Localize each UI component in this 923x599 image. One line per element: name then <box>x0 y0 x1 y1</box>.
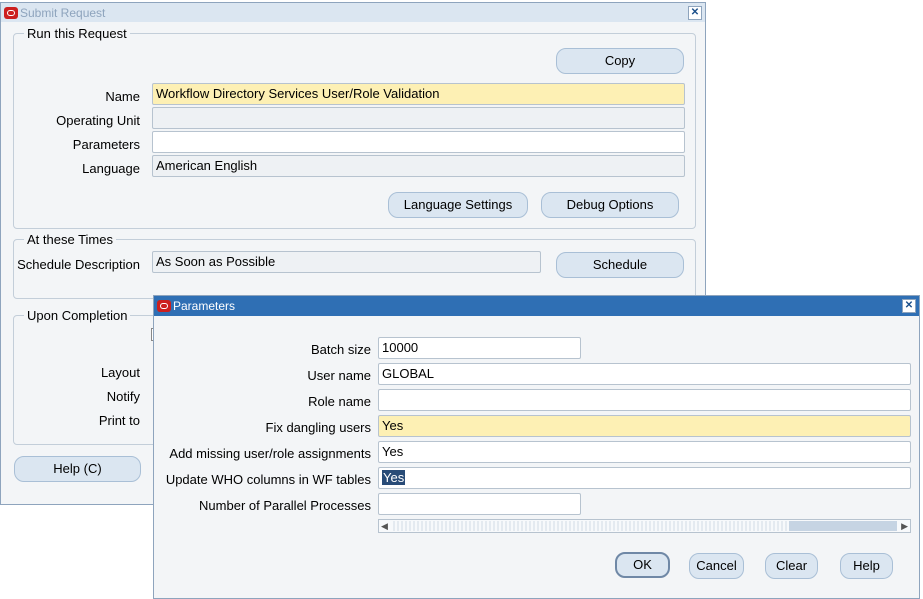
role-name-field[interactable] <box>378 389 911 411</box>
language-label: Language <box>82 161 140 176</box>
schedule-button[interactable]: Schedule <box>556 252 684 278</box>
selected-text: Yes <box>382 470 406 485</box>
operating-unit-label: Operating Unit <box>56 113 140 128</box>
group-title: At these Times <box>24 232 116 247</box>
fix-dangling-users-field[interactable]: Yes <box>378 415 911 437</box>
name-field[interactable]: Workflow Directory Services User/Role Va… <box>152 83 685 105</box>
scroll-left-icon[interactable]: ◀ <box>381 520 388 532</box>
parameters-label: Parameters <box>72 137 140 152</box>
cancel-button[interactable]: Cancel <box>689 553 744 579</box>
window-title: Submit Request <box>20 5 106 20</box>
notify-label: Notify <box>106 389 140 404</box>
close-icon[interactable]: ✕ <box>902 299 916 313</box>
name-label: Name <box>105 89 140 104</box>
fix-dangling-users-label: Fix dangling users <box>265 420 372 435</box>
group-title: Run this Request <box>24 26 130 41</box>
window-title: Parameters <box>173 299 236 313</box>
debug-options-button[interactable]: Debug Options <box>541 192 679 218</box>
oracle-logo-icon <box>4 6 18 19</box>
horizontal-scrollbar[interactable]: ◀ ▶ <box>378 519 911 533</box>
role-name-label: Role name <box>308 394 371 409</box>
oracle-logo-icon <box>157 300 171 312</box>
language-field[interactable]: American English <box>152 155 685 177</box>
scroll-right-icon[interactable]: ▶ <box>901 520 908 532</box>
batch-size-field[interactable]: 10000 <box>378 337 581 359</box>
user-name-field[interactable]: GLOBAL <box>378 363 911 385</box>
submit-request-titlebar[interactable]: Submit Request ✕ <box>1 3 705 22</box>
update-who-columns-field[interactable]: Yes <box>378 467 911 489</box>
scrollbar-thumb[interactable] <box>391 521 787 531</box>
parameters-field[interactable] <box>152 131 685 153</box>
parallel-processes-label: Number of Parallel Processes <box>199 498 371 513</box>
print-to-label: Print to <box>98 413 140 428</box>
batch-size-label: Batch size <box>311 342 371 357</box>
close-icon[interactable]: ✕ <box>688 6 702 20</box>
schedule-description-label: Schedule Description <box>17 257 140 272</box>
language-settings-button[interactable]: Language Settings <box>388 192 528 218</box>
operating-unit-field[interactable] <box>152 107 685 129</box>
parameters-titlebar[interactable]: Parameters ✕ <box>154 296 919 316</box>
parallel-processes-field[interactable] <box>378 493 581 515</box>
user-name-label: User name <box>307 368 371 383</box>
schedule-description-field[interactable]: As Soon as Possible <box>152 251 541 273</box>
add-missing-assignments-field[interactable]: Yes <box>378 441 911 463</box>
copy-button[interactable]: Copy <box>556 48 684 74</box>
scrollbar-track[interactable] <box>789 521 897 531</box>
group-title: Upon Completion <box>24 308 131 323</box>
clear-button[interactable]: Clear <box>765 553 818 579</box>
parameters-window: Parameters ✕ Batch size 10000 User name … <box>153 295 920 599</box>
help-button[interactable]: Help (C) <box>14 456 141 482</box>
ok-button[interactable]: OK <box>615 552 670 578</box>
update-who-columns-label: Update WHO columns in WF tables <box>165 472 371 487</box>
add-missing-assignments-label: Add missing user/role assignments <box>169 446 371 461</box>
layout-label: Layout <box>100 365 140 380</box>
help-button[interactable]: Help <box>840 553 893 579</box>
